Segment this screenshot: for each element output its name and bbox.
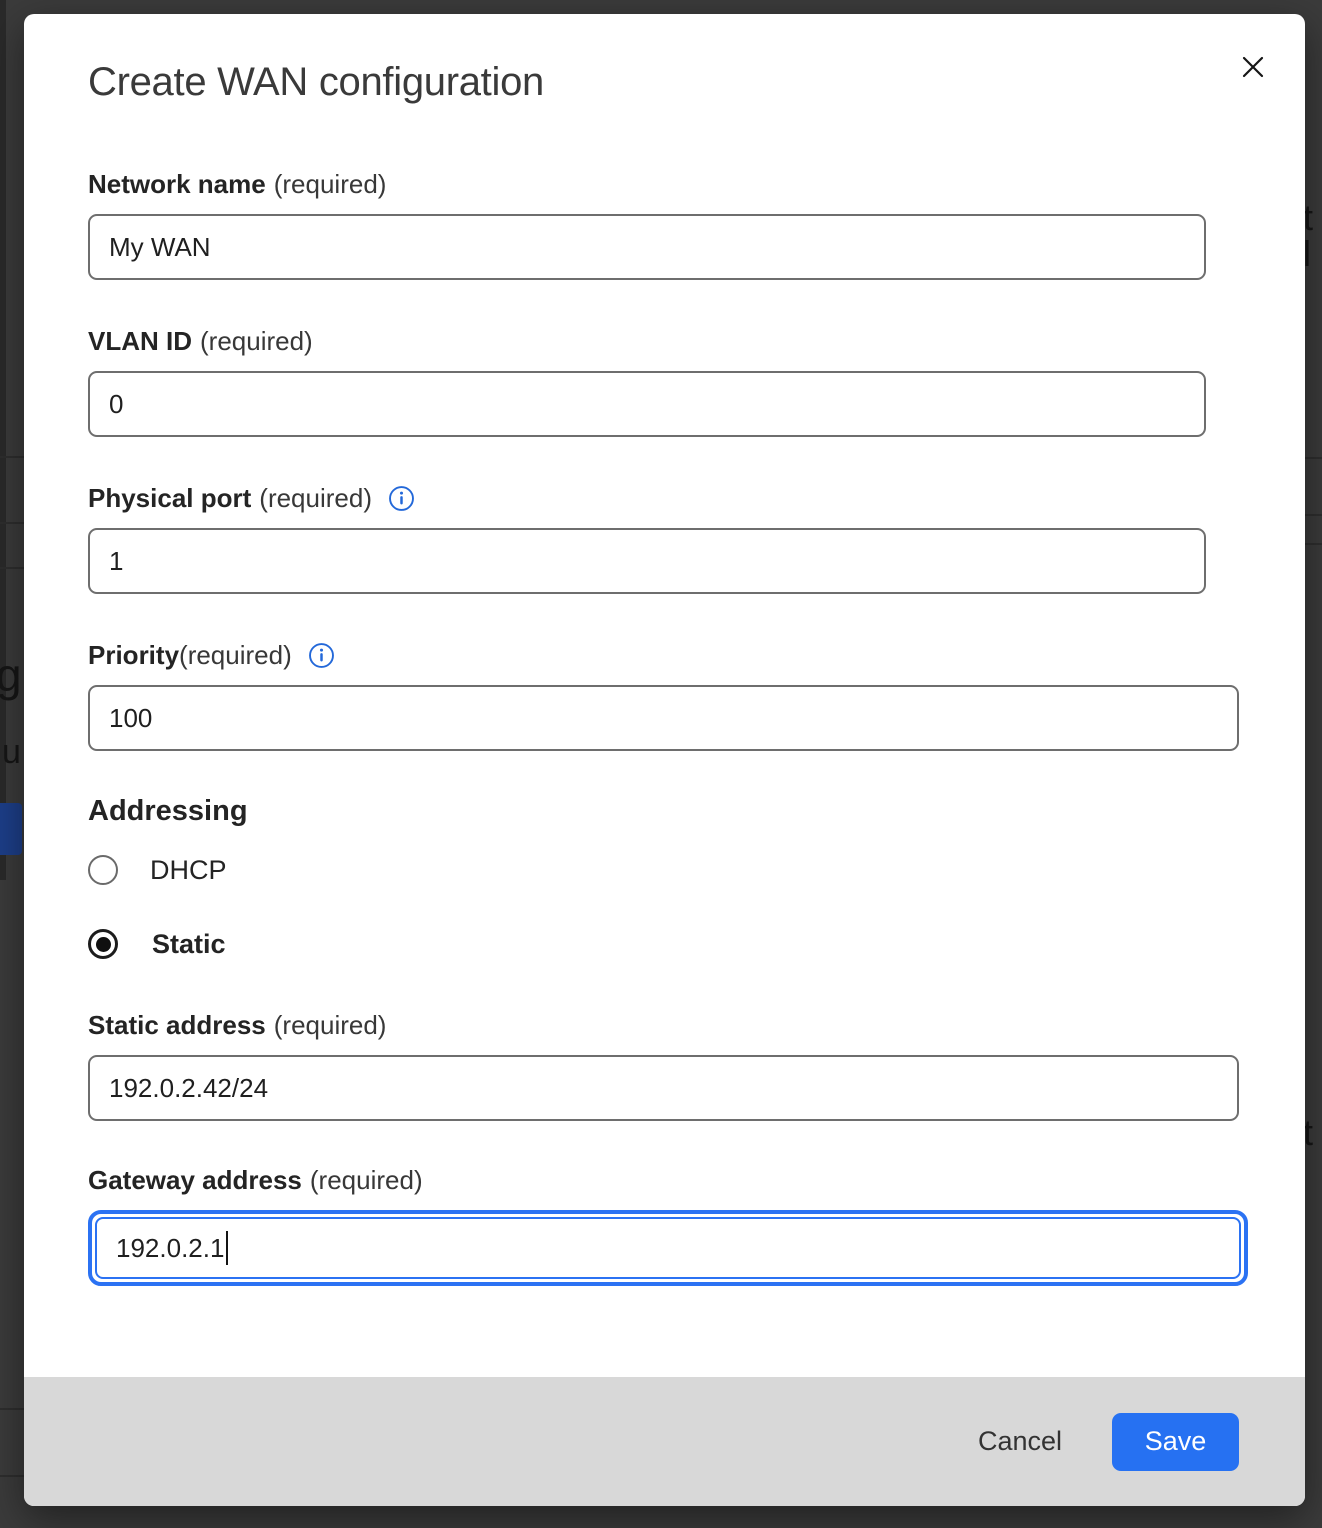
gateway-address-input[interactable]: 192.0.2.1 [95, 1217, 1241, 1279]
background-text-fragment: t l [1303, 200, 1322, 272]
required-hint: (required) [274, 169, 387, 200]
required-hint: (required) [274, 1010, 387, 1041]
background-divider [1305, 457, 1322, 459]
gateway-address-label: Gateway address [88, 1165, 302, 1196]
static-address-label: Static address [88, 1010, 266, 1041]
priority-field: Priority (required) [88, 639, 1305, 751]
background-divider [0, 567, 24, 569]
radio-selected-icon[interactable] [88, 929, 118, 959]
vlan-id-label: VLAN ID [88, 326, 192, 357]
dialog-title: Create WAN configuration [88, 58, 1305, 106]
gateway-address-value: 192.0.2.1 [116, 1233, 224, 1264]
static-address-field: Static address (required) [88, 1009, 1305, 1121]
vlan-id-input[interactable] [88, 371, 1206, 437]
addressing-heading: Addressing [88, 793, 1305, 829]
background-text-fragment: u [2, 735, 21, 769]
dialog-footer: Cancel Save [24, 1377, 1305, 1506]
save-button[interactable]: Save [1112, 1413, 1239, 1471]
radio-option-static[interactable]: Static [88, 927, 1305, 961]
cancel-button[interactable]: Cancel [978, 1426, 1062, 1457]
create-wan-configuration-dialog: Create WAN configuration Network name (r… [24, 14, 1305, 1506]
background-text-fragment: g [0, 652, 22, 698]
radio-unselected-icon[interactable] [88, 855, 118, 885]
radio-option-dhcp-label: DHCP [150, 855, 227, 886]
background-button-fragment [0, 803, 22, 855]
radio-option-dhcp[interactable]: DHCP [88, 853, 1305, 887]
required-hint: (required) [310, 1165, 423, 1196]
background-divider [1305, 514, 1322, 516]
background-divider [0, 456, 24, 458]
priority-input[interactable] [88, 685, 1239, 751]
required-hint: (required) [200, 326, 313, 357]
required-hint: (required) [179, 640, 292, 671]
text-cursor [226, 1231, 228, 1265]
physical-port-label: Physical port [88, 483, 251, 514]
network-name-input[interactable] [88, 214, 1206, 280]
physical-port-info-icon[interactable] [388, 485, 415, 512]
background-divider [1305, 543, 1322, 545]
physical-port-input[interactable] [88, 528, 1206, 594]
priority-info-icon[interactable] [308, 642, 335, 669]
priority-label: Priority [88, 640, 179, 671]
physical-port-field: Physical port (required) [88, 482, 1305, 594]
radio-option-static-label: Static [152, 929, 226, 960]
required-hint: (required) [259, 483, 372, 514]
gateway-address-field: Gateway address (required) 192.0.2.1 [88, 1164, 1305, 1286]
close-button[interactable] [1235, 50, 1271, 86]
network-name-label: Network name [88, 169, 266, 200]
background-divider [0, 522, 24, 524]
vlan-id-field: VLAN ID (required) [88, 325, 1305, 437]
background-divider [0, 1475, 24, 1477]
static-address-input[interactable] [88, 1055, 1239, 1121]
gateway-address-focus-ring: 192.0.2.1 [88, 1210, 1248, 1286]
background-divider [0, 1408, 24, 1410]
close-icon [1237, 51, 1269, 86]
network-name-field: Network name (required) [88, 168, 1305, 280]
